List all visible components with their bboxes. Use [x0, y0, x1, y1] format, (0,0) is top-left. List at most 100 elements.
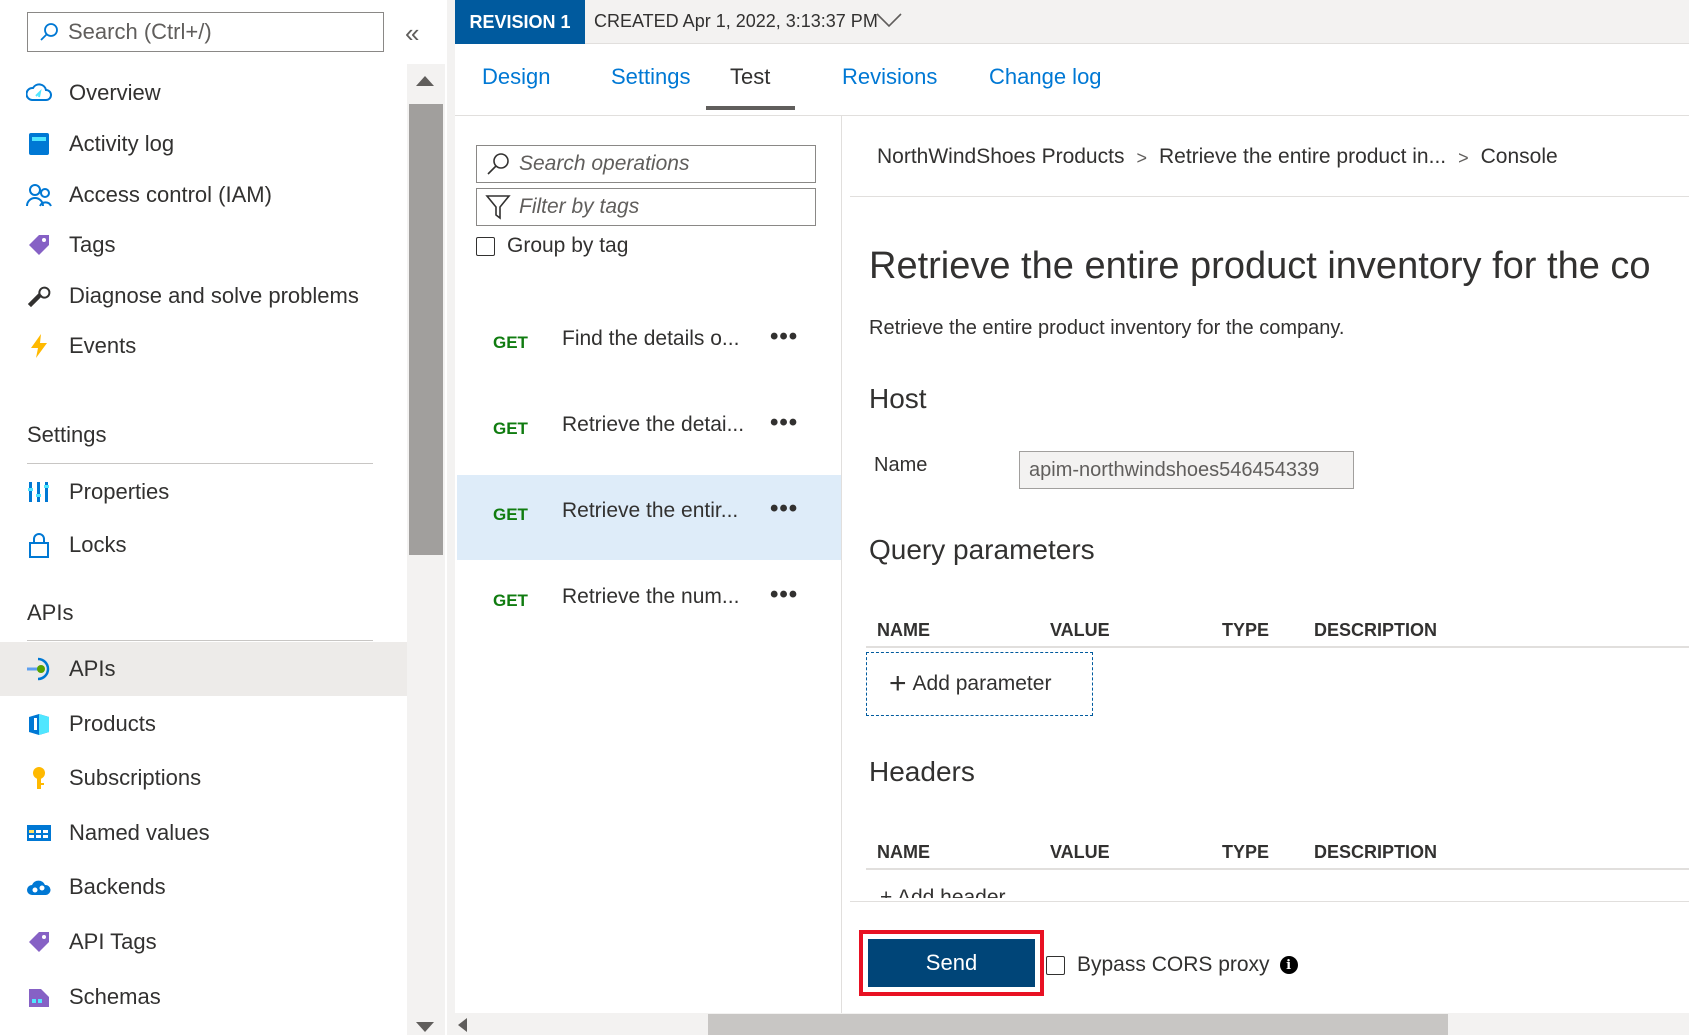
apis-section-header: APIs: [27, 600, 74, 625]
tab-change-log[interactable]: Change log: [989, 64, 1102, 90]
tab-settings[interactable]: Settings: [611, 64, 691, 90]
search-placeholder: Search (Ctrl+/): [68, 19, 212, 44]
sidebar-item-tags[interactable]: Tags: [0, 218, 407, 272]
key-icon: [26, 765, 52, 791]
operation-item[interactable]: GET Retrieve the detai... •••: [457, 389, 841, 474]
http-method-badge: GET: [493, 591, 528, 610]
column-header-description: DESCRIPTION: [1314, 620, 1438, 640]
backends-icon: [26, 874, 52, 900]
scroll-down-arrow-icon[interactable]: [416, 1022, 434, 1032]
sidebar-item-named-values[interactable]: Named values: [0, 806, 407, 860]
operation-title: Retrieve the entire product inventory fo…: [869, 245, 1651, 287]
operation-description: Retrieve the entire product inventory fo…: [869, 317, 1345, 339]
sidebar-item-label: Diagnose and solve problems: [69, 283, 359, 308]
add-header-label: + Add header: [880, 886, 1006, 898]
scroll-up-arrow-icon[interactable]: [416, 76, 434, 86]
lightning-icon: [26, 333, 52, 359]
sidebar-item-label: Events: [69, 333, 137, 358]
column-header-description: DESCRIPTION: [1314, 842, 1438, 862]
resource-menu: Search (Ctrl+/) Overview Activity log Ac…: [0, 0, 407, 1035]
filter-by-tags-placeholder: Filter by tags: [519, 195, 640, 218]
sidebar-item-events[interactable]: Events: [0, 319, 407, 373]
bypass-cors-checkbox[interactable]: Bypass CORS proxy i: [1046, 953, 1298, 977]
sidebar-item-locks[interactable]: Locks: [0, 518, 407, 572]
sidebar-item-diagnose[interactable]: Diagnose and solve problems: [0, 269, 407, 323]
info-icon[interactable]: i: [1279, 956, 1298, 974]
column-header-type: TYPE: [1222, 620, 1270, 640]
sidebar-item-label: Tags: [69, 232, 116, 257]
filter-by-tags-input[interactable]: Filter by tags: [476, 188, 816, 226]
add-parameter-label: Add parameter: [912, 672, 1052, 695]
plus-icon: +: [889, 667, 907, 700]
sidebar-item-products[interactable]: Products: [0, 697, 407, 751]
operation-item[interactable]: GET Retrieve the num... •••: [457, 561, 841, 646]
people-icon: [26, 182, 52, 208]
sidebar-item-api-tags[interactable]: API Tags: [0, 915, 407, 969]
sidebar-item-backends[interactable]: Backends: [0, 860, 407, 914]
sidebar-item-label: Locks: [69, 532, 127, 557]
breadcrumb-separator: >: [1458, 148, 1469, 168]
column-header-value: VALUE: [1050, 842, 1110, 862]
breadcrumb-api[interactable]: NorthWindShoes Products: [877, 145, 1124, 171]
operation-name: Retrieve the num...: [562, 585, 740, 608]
table-divider: [866, 646, 1689, 648]
products-icon: [26, 711, 52, 737]
horizontal-scrollbar-thumb[interactable]: [708, 1014, 1448, 1035]
more-options-icon[interactable]: •••: [770, 581, 798, 609]
http-method-badge: GET: [493, 505, 528, 524]
operation-item[interactable]: GET Find the details o... •••: [457, 303, 841, 388]
tab-revisions[interactable]: Revisions: [842, 64, 937, 90]
sidebar-item-label: Overview: [69, 80, 161, 105]
sidebar-item-properties[interactable]: Properties: [0, 465, 407, 519]
http-method-badge: GET: [493, 419, 528, 438]
sidebar-item-apis[interactable]: APIs: [0, 642, 407, 696]
checkbox[interactable]: [476, 236, 495, 256]
more-options-icon[interactable]: •••: [770, 409, 798, 437]
double-chevron-left-icon[interactable]: «: [405, 18, 419, 49]
revision-badge[interactable]: REVISION 1: [455, 0, 585, 44]
group-by-tag-checkbox[interactable]: Group by tag: [476, 234, 628, 258]
created-timestamp: CREATED Apr 1, 2022, 3:13:37 PM: [594, 11, 878, 31]
tab-test[interactable]: Test: [730, 64, 770, 90]
breadcrumb-operation[interactable]: Retrieve the entire product in...: [1159, 145, 1446, 171]
sidebar-item-schemas[interactable]: Schemas: [0, 970, 407, 1024]
tag-icon: [26, 929, 52, 955]
more-options-icon[interactable]: •••: [770, 495, 798, 523]
http-method-badge: GET: [493, 333, 528, 352]
sidebar-item-label: API Tags: [69, 929, 157, 954]
sidebar-item-access-control[interactable]: Access control (IAM): [0, 168, 407, 222]
properties-icon: [26, 479, 52, 505]
sidebar-scrollbar-thumb[interactable]: [409, 104, 443, 555]
search-icon: [40, 23, 58, 41]
schemas-icon: [26, 984, 52, 1010]
host-name-label: Name: [874, 454, 928, 476]
more-options-icon[interactable]: •••: [770, 323, 798, 351]
send-button[interactable]: Send: [868, 939, 1035, 987]
sidebar-item-label: Schemas: [69, 984, 161, 1009]
chevron-down-icon[interactable]: [876, 12, 902, 28]
pane-divider: [447, 0, 455, 1035]
sidebar-item-subscriptions[interactable]: Subscriptions: [0, 751, 407, 805]
divider: [27, 463, 373, 464]
bypass-cors-label: Bypass CORS proxy: [1077, 953, 1270, 976]
sidebar-item-activity-log[interactable]: Activity log: [0, 117, 407, 171]
operation-item-selected[interactable]: GET Retrieve the entir... •••: [457, 475, 841, 560]
wrench-icon: [26, 283, 52, 309]
resource-search-input[interactable]: Search (Ctrl+/): [27, 12, 384, 52]
add-header-button[interactable]: + Add header: [880, 884, 1080, 898]
scroll-left-arrow-icon[interactable]: [458, 1018, 467, 1032]
sidebar-item-label: Backends: [69, 874, 166, 899]
search-operations-input[interactable]: Search operations: [476, 145, 816, 183]
table-divider: [866, 868, 1689, 870]
add-parameter-button[interactable]: + Add parameter: [866, 652, 1093, 716]
checkbox[interactable]: [1046, 955, 1065, 975]
host-name-field[interactable]: apim-northwindshoes546454339: [1019, 451, 1354, 489]
settings-section-header: Settings: [27, 422, 107, 447]
tab-design[interactable]: Design: [482, 64, 550, 90]
sidebar-item-overview[interactable]: Overview: [0, 66, 407, 120]
lock-icon: [26, 532, 52, 558]
breadcrumb: NorthWindShoes Products > Retrieve the e…: [877, 145, 1558, 171]
breadcrumb-console: Console: [1480, 145, 1558, 168]
sidebar-item-label: Named values: [69, 820, 210, 845]
named-values-icon: [26, 820, 52, 846]
